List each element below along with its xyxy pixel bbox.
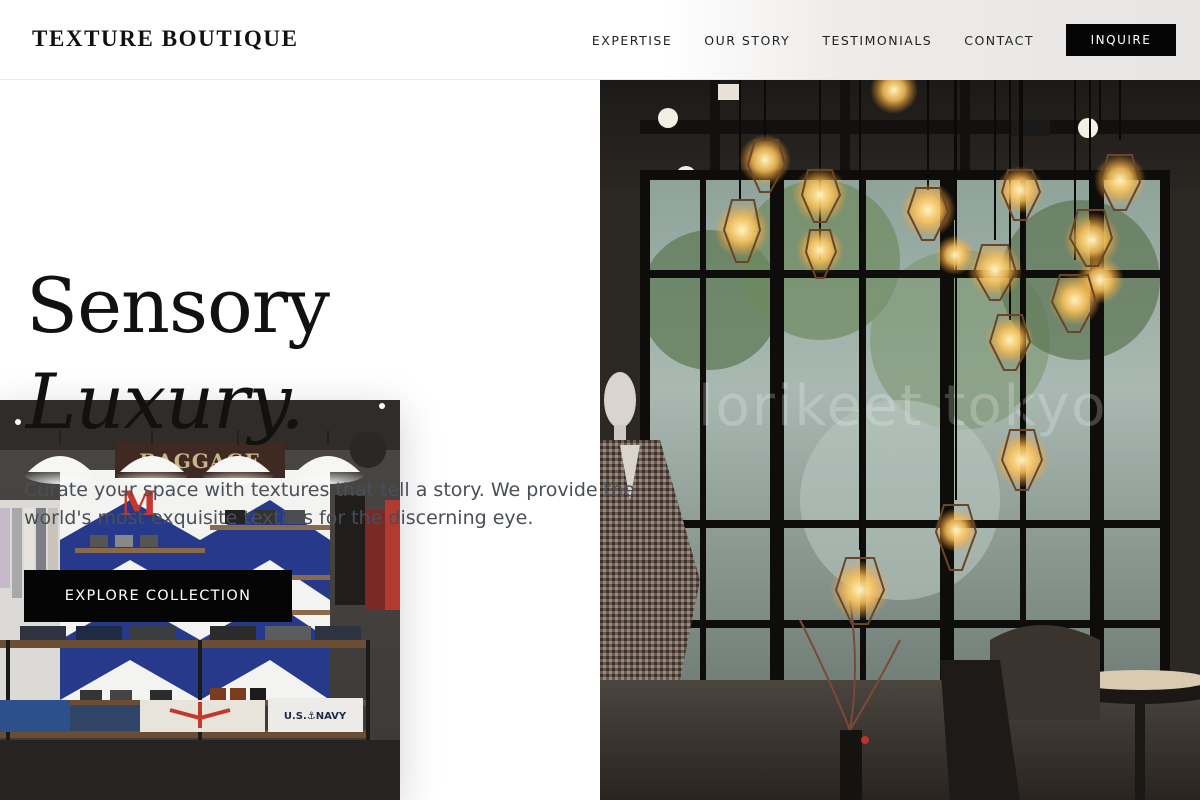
nav-link-contact[interactable]: CONTACT: [964, 33, 1034, 48]
hero-title-line-1: Sensory: [26, 261, 330, 350]
inquire-button[interactable]: INQUIRE: [1066, 24, 1176, 56]
site-header: TEXTURE BOUTIQUE EXPERTISE OUR STORY TES…: [0, 0, 1200, 80]
brand-logo[interactable]: TEXTURE BOUTIQUE: [32, 26, 299, 52]
landing-page: lorikeet tokyo BAGGAGE M U.S.⚓NAVY TEXTU…: [0, 0, 1200, 800]
hero-description: Curate your space with textures that tel…: [24, 479, 635, 529]
main-nav: EXPERTISE OUR STORY TESTIMONIALS CONTACT…: [592, 24, 1176, 56]
cafe-window-sign: lorikeet tokyo: [698, 374, 1108, 439]
hero-title: Sensory Luxury.: [26, 258, 330, 450]
explore-collection-button[interactable]: EXPLORE COLLECTION: [24, 570, 292, 622]
nav-link-testimonials[interactable]: TESTIMONIALS: [822, 33, 932, 48]
hero-title-line-2: Luxury.: [26, 357, 305, 446]
navy-shirt-print: U.S.⚓NAVY: [284, 711, 347, 722]
nav-link-our-story[interactable]: OUR STORY: [704, 33, 790, 48]
nav-link-expertise[interactable]: EXPERTISE: [592, 33, 672, 48]
hero-cafe-image: lorikeet tokyo: [600, 80, 1200, 800]
